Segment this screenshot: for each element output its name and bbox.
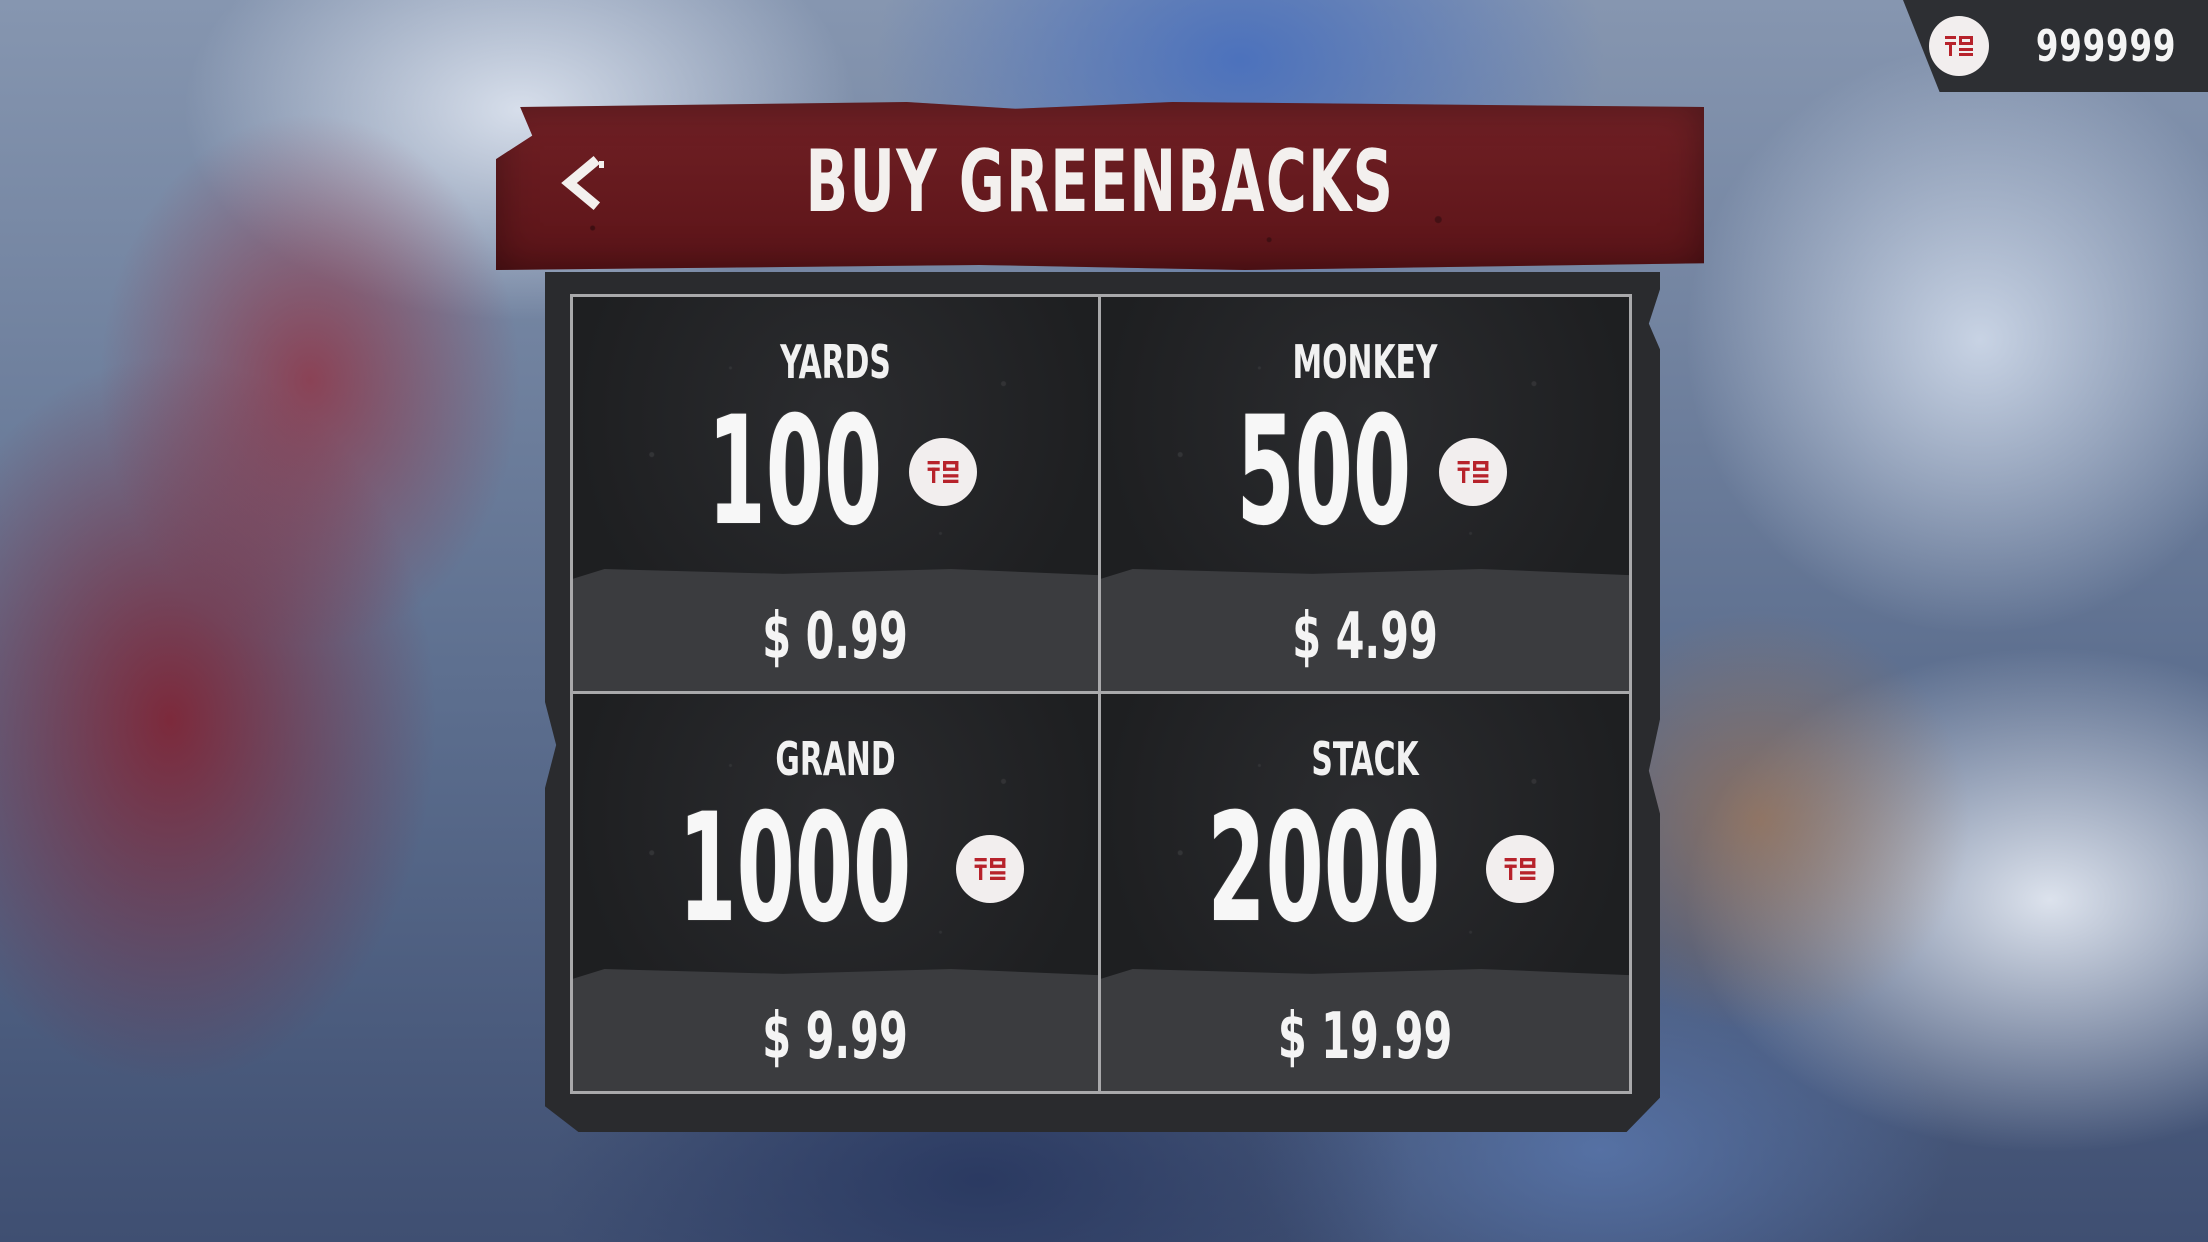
chevron-left-icon [561, 155, 604, 211]
pack-amount: 1000 [678, 782, 911, 956]
pack-price: $ 4.99 [1292, 600, 1438, 674]
pack-price: $ 19.99 [1277, 1000, 1453, 1074]
currency-amount: 999999 [2035, 20, 2176, 72]
greenbacks-coin-icon [1438, 438, 1507, 506]
page-title: BUY GREENBACKS [805, 132, 1395, 232]
pack-price: $ 0.99 [762, 600, 909, 674]
pack-tile-stack[interactable]: STACK 2000 $ 19.99 [1101, 694, 1629, 1091]
title-banner: BUY GREENBACKS [496, 102, 1704, 270]
back-button[interactable] [548, 148, 618, 218]
pack-amount: 2000 [1207, 782, 1441, 956]
pack-amount-row: 1000 [573, 794, 1098, 944]
pack-tile-grand[interactable]: GRAND 1000 $ 9.99 [573, 694, 1101, 1091]
pack-amount-row: 2000 [1101, 794, 1629, 944]
pack-amount-row: 500 [1101, 397, 1629, 547]
price-bar: $ 19.99 [1101, 969, 1629, 1091]
pack-tile-yards[interactable]: YARDS 100 $ 0.99 [573, 297, 1101, 694]
greenbacks-coin-icon [1485, 835, 1554, 903]
pack-tile-monkey[interactable]: MONKEY 500 $ 4.99 [1101, 297, 1629, 694]
greenbacks-coin-icon [1928, 16, 1989, 76]
pack-price: $ 9.99 [762, 1000, 909, 1074]
price-bar: $ 0.99 [573, 569, 1098, 691]
pack-amount-row: 100 [573, 397, 1098, 547]
pack-amount: 500 [1236, 385, 1412, 559]
pack-name: GRAND [775, 732, 896, 786]
pack-amount: 100 [707, 385, 882, 559]
price-bar: $ 9.99 [573, 969, 1098, 1091]
pack-name: MONKEY [1292, 335, 1438, 389]
price-bar: $ 4.99 [1101, 569, 1629, 691]
store-panel: YARDS 100 $ 0.99 MONKEY 500 $ 4.99 GRAND… [545, 272, 1660, 1132]
pack-name: STACK [1311, 732, 1419, 786]
greenbacks-coin-icon [909, 438, 978, 506]
pack-name: YARDS [780, 335, 891, 389]
currency-balance: 999999 [1903, 0, 2208, 92]
greenbacks-coin-icon [956, 835, 1025, 903]
pack-grid: YARDS 100 $ 0.99 MONKEY 500 $ 4.99 GRAND… [570, 294, 1632, 1094]
